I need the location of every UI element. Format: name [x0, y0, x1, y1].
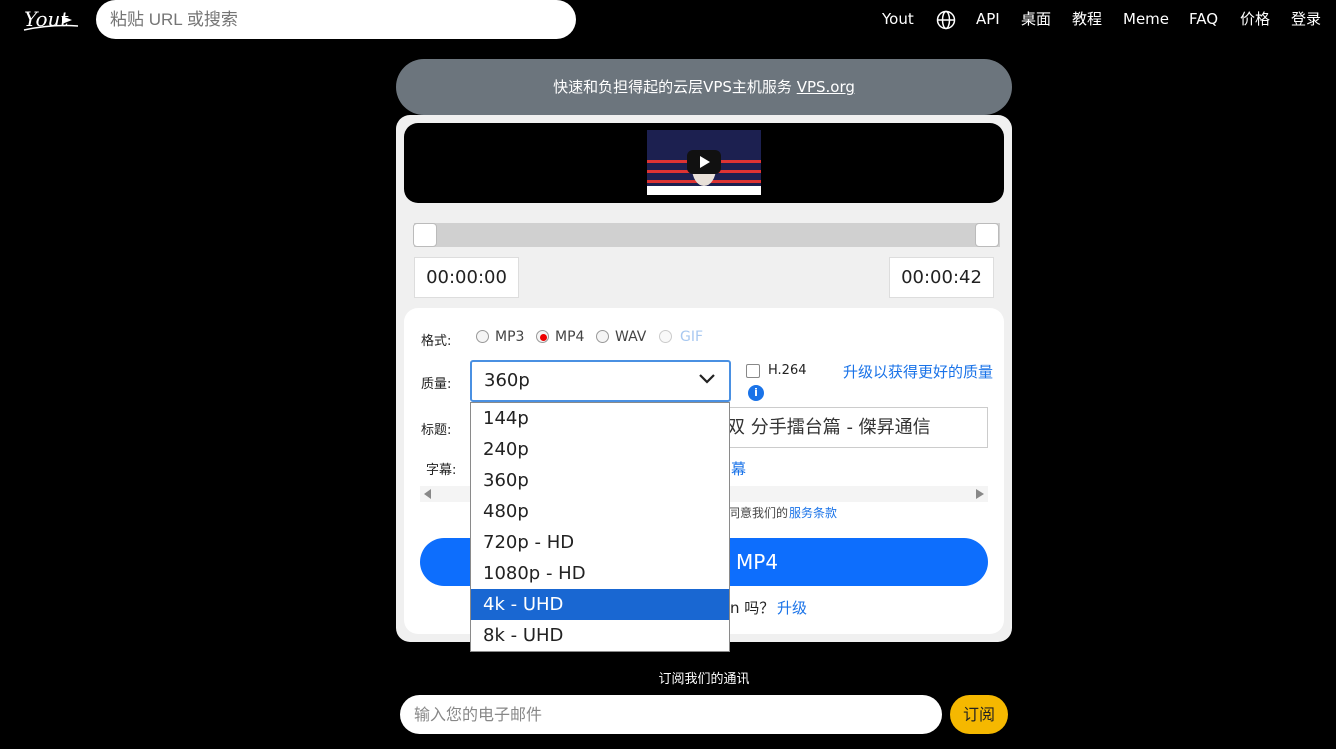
trim-end-handle[interactable]	[975, 223, 999, 247]
terms-text: 同意我们的	[728, 506, 789, 520]
promo-link[interactable]: VPS.org	[797, 78, 855, 96]
option-360p[interactable]: 360p	[471, 465, 729, 496]
format-label: 格式:	[421, 334, 452, 349]
option-720p[interactable]: 720p - HD	[471, 527, 729, 558]
title-label: 标题:	[421, 423, 452, 438]
title-input[interactable]: 双 分手擂台篇 - 傑昇通信	[720, 407, 988, 448]
chevron-down-icon	[699, 374, 715, 384]
download-button-label: MP4	[736, 550, 779, 574]
scroll-right-icon[interactable]	[976, 489, 984, 499]
nav-pricing[interactable]: 价格	[1240, 0, 1270, 38]
nav-faq[interactable]: FAQ	[1189, 0, 1218, 38]
option-1080p[interactable]: 1080p - HD	[471, 558, 729, 589]
end-time-input[interactable]: 00:00:42	[889, 257, 994, 298]
trim-slider-track[interactable]	[414, 223, 1000, 247]
email-input[interactable]: 输入您的电子邮件	[400, 695, 942, 734]
nav-yout[interactable]: Yout	[882, 0, 914, 38]
nav-login[interactable]: 登录	[1291, 0, 1321, 38]
radio-mp4-label: MP4	[555, 329, 585, 345]
nav-meme[interactable]: Meme	[1123, 0, 1169, 38]
title-value: 分手擂台篇 - 傑昇通信	[750, 417, 931, 438]
option-480p[interactable]: 480p	[471, 496, 729, 527]
subtitle-link[interactable]: 幕	[731, 458, 746, 479]
newsletter-title: 订阅我们的通讯	[658, 672, 750, 687]
quality-dropdown: 144p 240p 360p 480p 720p - HD 1080p - HD…	[470, 402, 730, 652]
play-icon[interactable]	[687, 150, 721, 174]
radio-mp4[interactable]	[536, 330, 549, 343]
quality-label: 质量:	[421, 377, 452, 392]
search-input[interactable]	[96, 0, 576, 39]
upgrade-quality-link[interactable]: 升级以获得更好的质量	[843, 364, 993, 380]
option-240p[interactable]: 240p	[471, 434, 729, 465]
subscribe-button[interactable]: 订阅	[950, 695, 1008, 734]
option-144p[interactable]: 144p	[471, 403, 729, 434]
radio-mp3[interactable]	[476, 330, 489, 343]
promo-banner: 快速和负担得起的云层VPS主机服务 VPS.org	[396, 59, 1012, 115]
option-8k[interactable]: 8k - UHD	[471, 620, 729, 651]
subtitle-label: 字幕:	[426, 463, 457, 478]
yout-logo[interactable]: Yout	[22, 2, 80, 36]
radio-gif-label: GIF	[680, 329, 704, 345]
trim-start-handle[interactable]	[413, 223, 437, 247]
radio-wav[interactable]	[596, 330, 609, 343]
info-icon[interactable]: i	[748, 385, 764, 401]
nav-tutorial[interactable]: 教程	[1072, 0, 1102, 38]
radio-mp3-label: MP3	[495, 329, 525, 345]
globe-icon[interactable]	[936, 10, 956, 30]
h264-label: H.264	[768, 363, 807, 378]
nav-desktop[interactable]: 桌面	[1021, 0, 1051, 38]
option-4k[interactable]: 4k - UHD	[471, 589, 729, 620]
upgrade-question: n 吗？	[730, 599, 775, 617]
radio-wav-label: WAV	[615, 329, 647, 345]
nav-api[interactable]: API	[976, 0, 1000, 38]
promo-text: 快速和负担得起的云层VPS主机服务	[553, 78, 792, 96]
quality-select[interactable]: 360p	[470, 360, 731, 402]
h264-checkbox[interactable]	[746, 364, 760, 378]
start-time-input[interactable]: 00:00:00	[414, 257, 519, 298]
upgrade-link[interactable]: 升级	[777, 597, 807, 618]
terms-link[interactable]: 服务条款	[789, 504, 837, 521]
scroll-left-icon[interactable]	[424, 489, 432, 499]
radio-gif[interactable]	[659, 330, 672, 343]
